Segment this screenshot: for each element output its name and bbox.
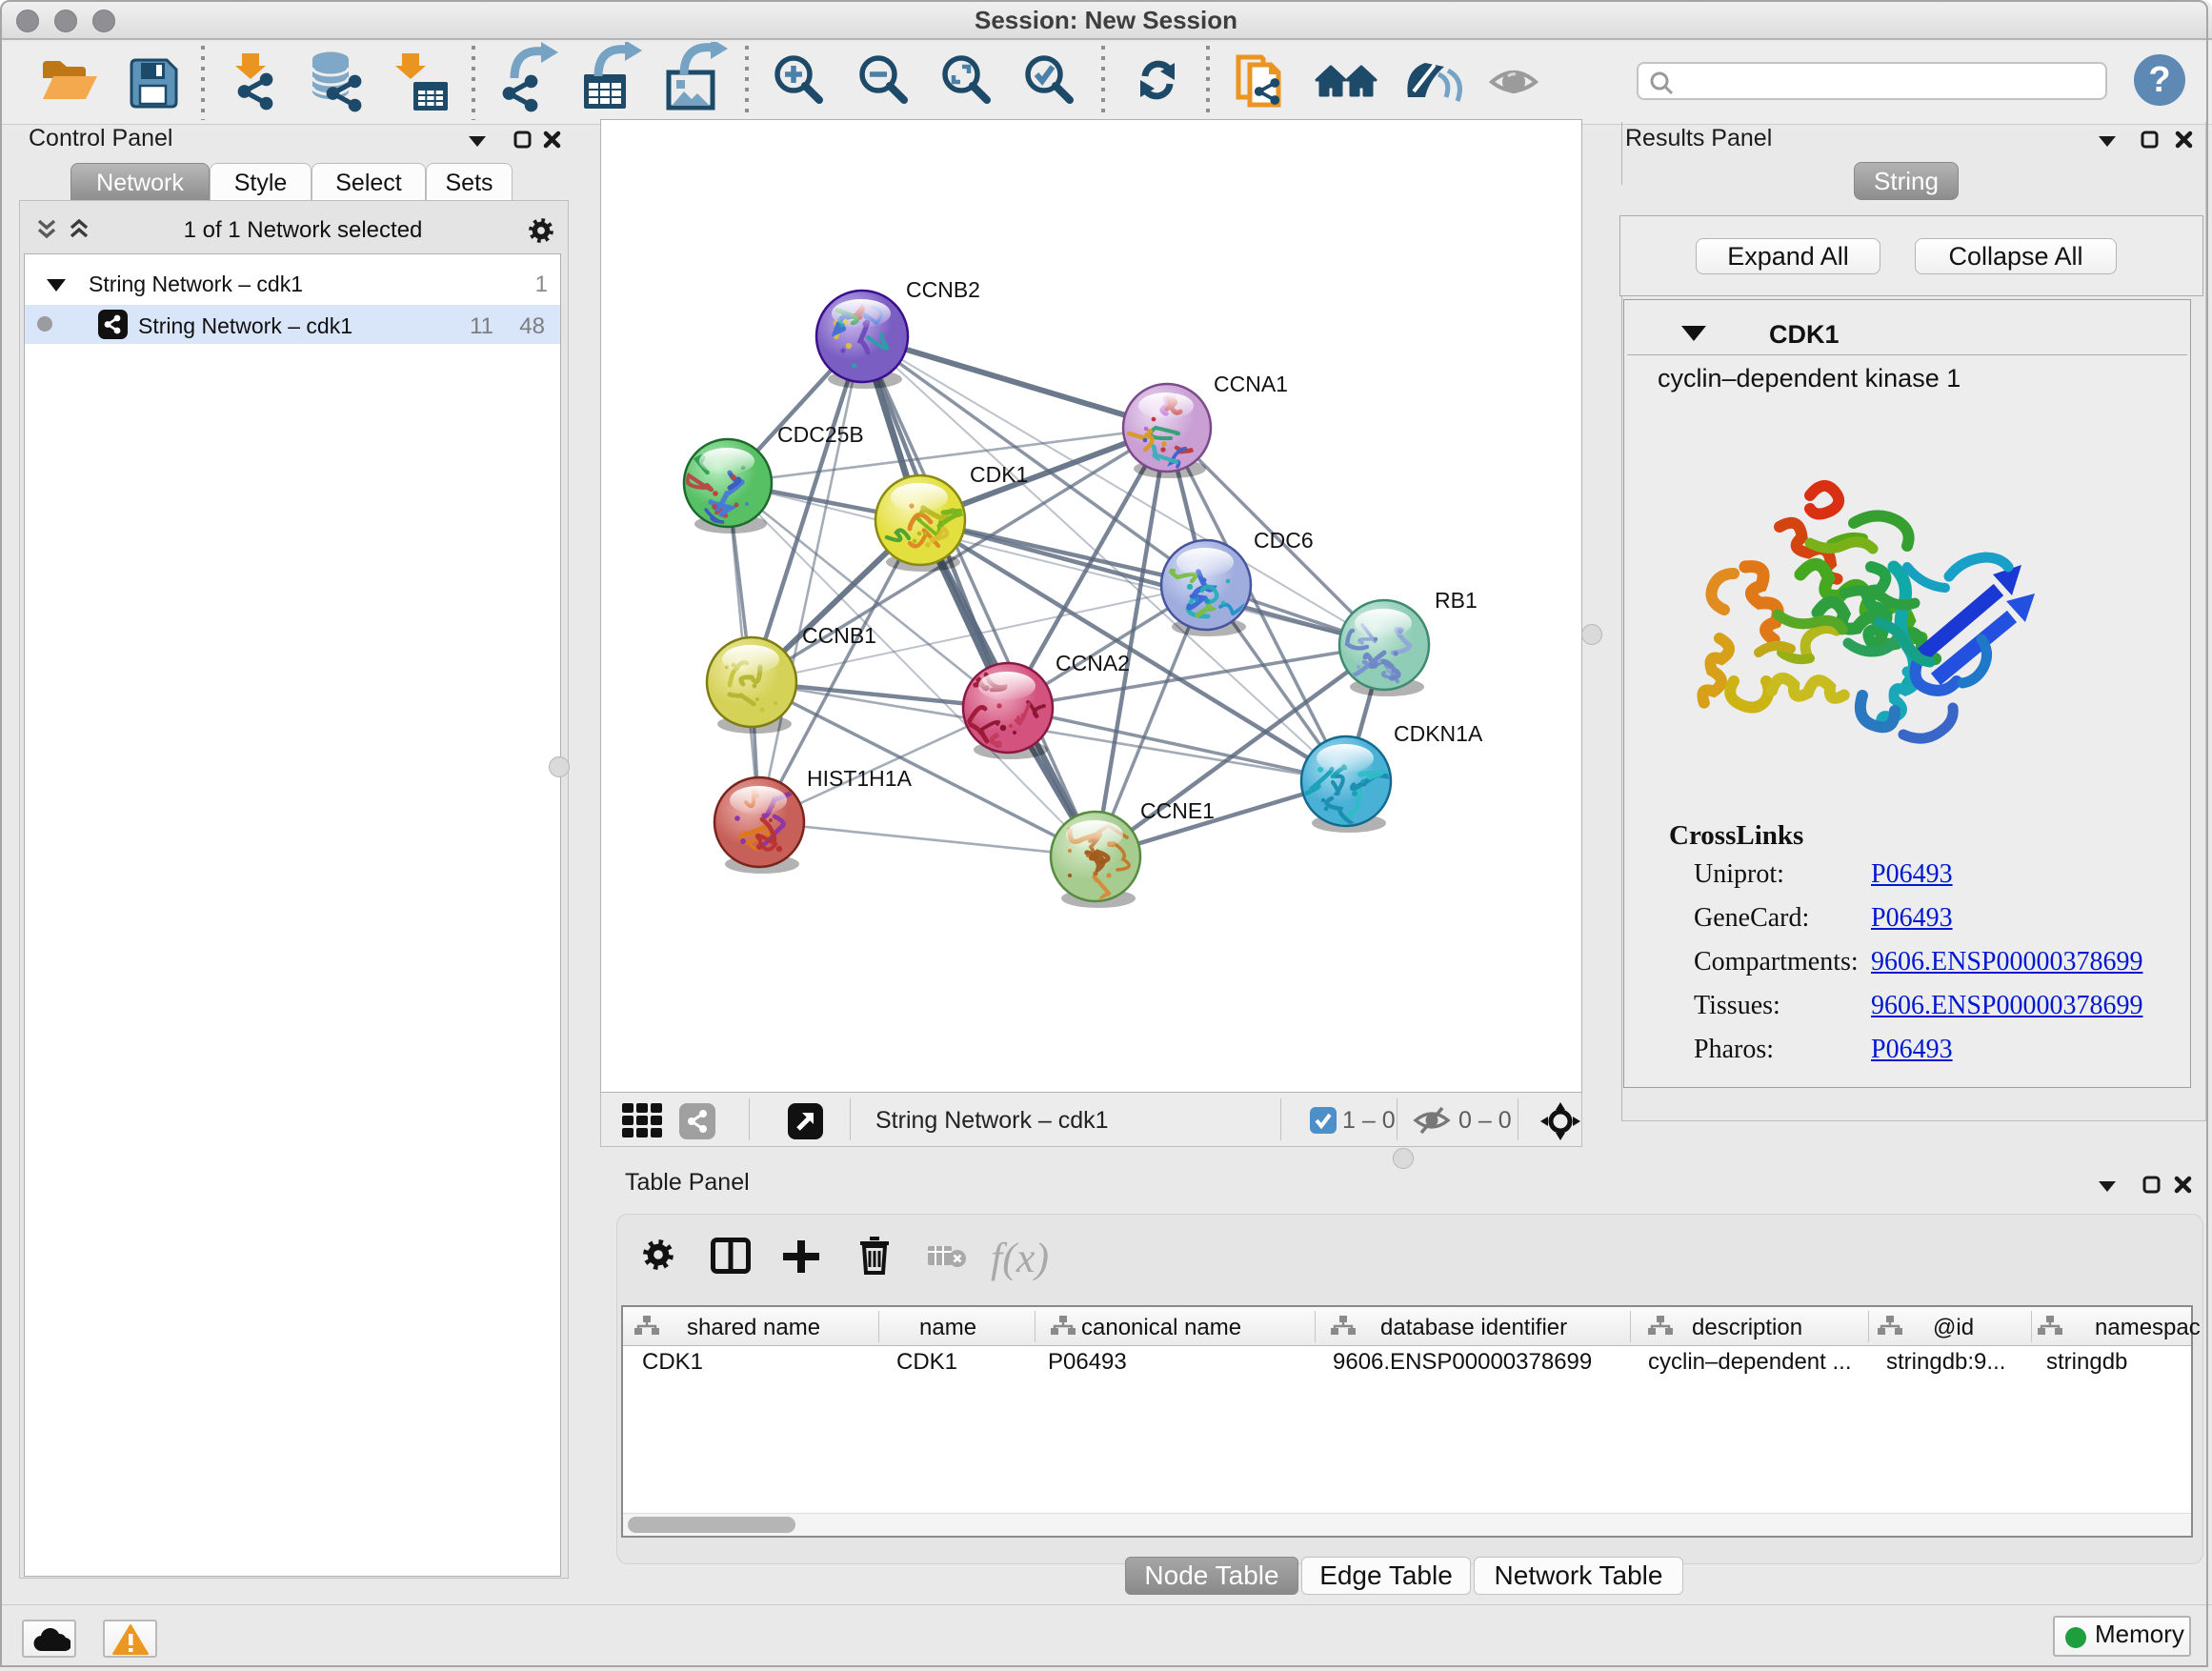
svg-text:CCNE1: CCNE1 [1140,798,1215,823]
svg-text:CCNA2: CCNA2 [1056,651,1130,675]
svg-text:CDC25B: CDC25B [777,422,864,447]
svg-text:HIST1H1A: HIST1H1A [807,766,913,791]
svg-text:CCNB1: CCNB1 [802,623,876,648]
svg-text:RB1: RB1 [1435,588,1478,613]
svg-text:CCNB2: CCNB2 [906,277,980,302]
svg-text:CDK1: CDK1 [970,462,1028,487]
svg-text:CCNA1: CCNA1 [1214,372,1288,396]
svg-text:CDKN1A: CDKN1A [1394,721,1483,746]
svg-text:CDC6: CDC6 [1254,528,1314,553]
